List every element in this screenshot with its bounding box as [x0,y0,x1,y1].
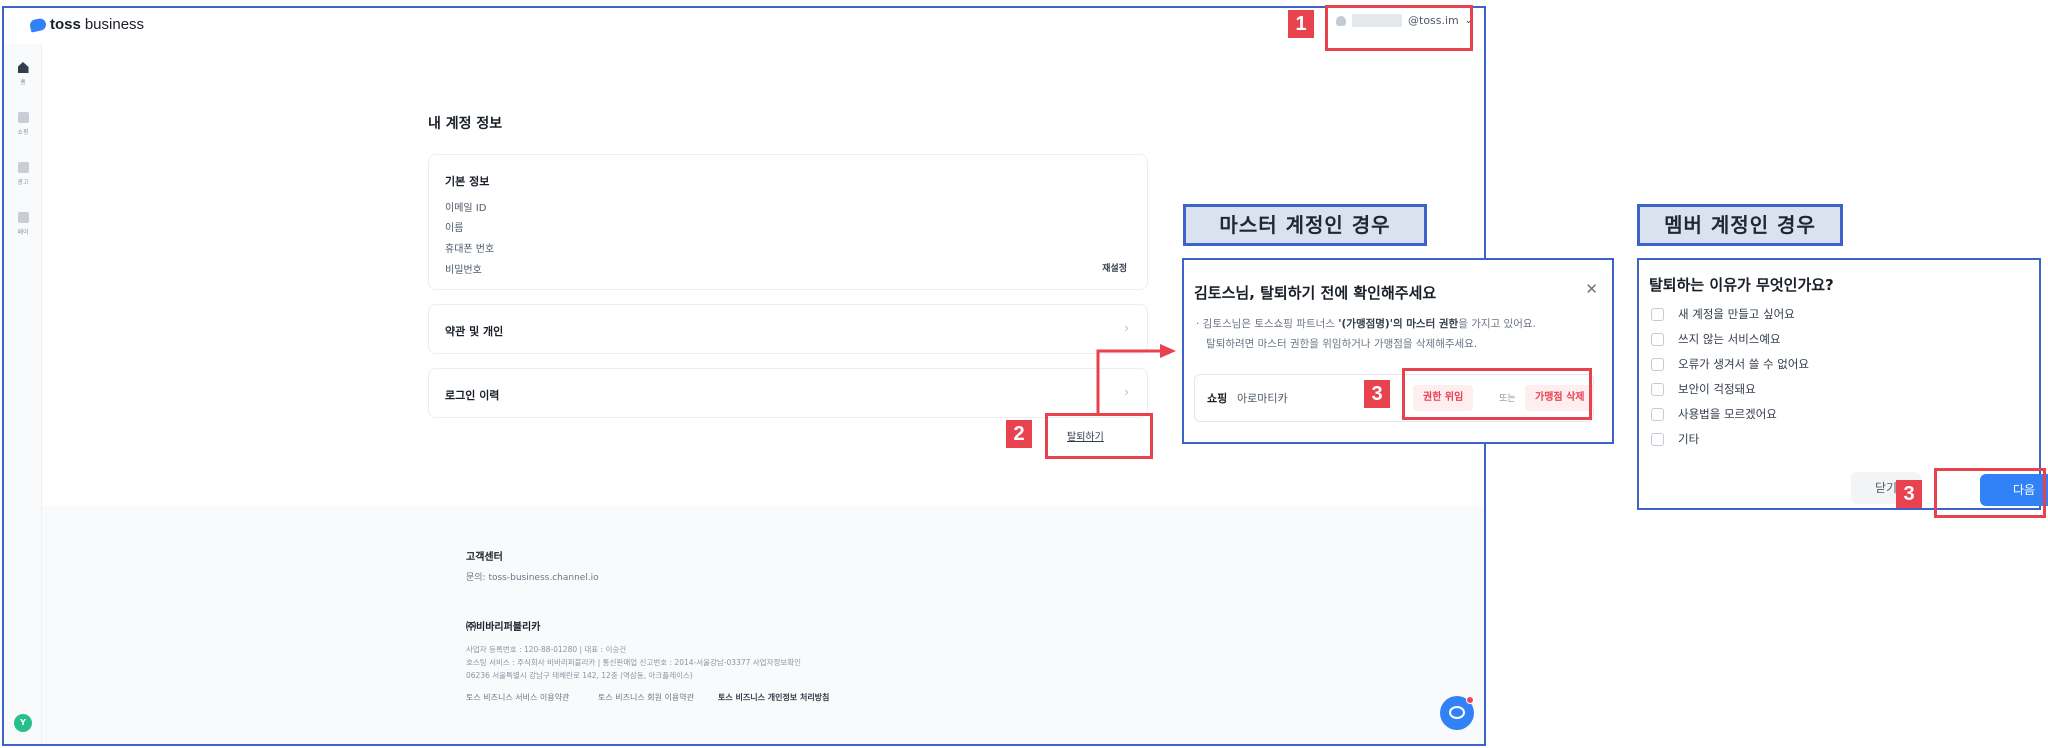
company-info-line: 사업자 등록번호 : 120-88-01280 | 대표 : 이승건 [466,645,627,654]
chat-button[interactable] [1440,696,1474,730]
toss-business-logo[interactable]: toss business [28,16,145,33]
name-label: 이름 [445,223,464,234]
toss-logo-icon [28,16,48,33]
dialog-notice-line-2: 탈퇴하려면 마스터 권한을 위임하거나 가맹점을 삭제해주세요. [1206,338,1478,350]
notification-dot [1466,696,1474,704]
sidebar-item-label: 페이 [17,229,29,236]
sidebar: 홈 쇼핑 광고 페이 Y [4,44,42,744]
dialog-notice-line-1: · 김토스님은 토스쇼핑 파트너스 '(가맹점명)'의 마스터 권한을 가지고 … [1196,318,1536,330]
home-icon [17,62,29,73]
top-bar: toss business @toss.im ⌄ [4,8,1484,44]
checkbox[interactable] [1651,307,1664,321]
dialog-title: 김토스님, 탈퇴하기 전에 확인해주세요 [1194,284,1437,302]
sidebar-item-home[interactable]: 홈 [4,62,42,86]
sidebar-item-label: 광고 [17,179,29,186]
support-contact[interactable]: 문의: toss-business.channel.io [466,570,599,583]
login-history-label: 로그인 이력 [445,389,500,402]
pay-icon [17,212,29,223]
reason-option[interactable]: 오류가 생겨서 쓸 수 없어요 [1651,356,1809,372]
footer: 고객센터 문의: toss-business.channel.io ㈜비바리퍼블… [42,506,1484,744]
sidebar-item-ads[interactable]: 광고 [4,162,42,186]
privacy-policy-link[interactable]: 토스 비즈니스 개인정보 처리방침 [718,692,829,703]
marker-3-member: 3 [1896,480,1922,508]
checkbox[interactable] [1651,382,1664,396]
logo-suffix: business [84,16,145,33]
sidebar-item-label: 쇼핑 [17,129,29,136]
marker-1: 1 [1288,10,1314,38]
support-title: 고객센터 [466,552,503,563]
sidebar-item-shopping[interactable]: 쇼핑 [4,112,42,136]
reason-option[interactable]: 사용법을 모르겠어요 [1651,406,1777,422]
checkbox[interactable] [1651,357,1664,371]
marker-2: 2 [1006,420,1032,448]
store-name: 아로마티카 [1237,392,1288,405]
chevron-right-icon: › [1124,321,1129,335]
highlight-account-menu [1325,5,1473,51]
service-terms-link[interactable]: 토스 비즈니스 서비스 이용약관 [466,692,569,703]
reason-option[interactable]: 보안이 걱정돼요 [1651,381,1756,397]
highlight-next-button [1934,468,2046,518]
password-label: 비밀번호 [445,265,482,276]
checkbox[interactable] [1651,332,1664,346]
terms-row[interactable]: 약관 및 개인 › [428,304,1148,354]
master-section-heading: 마스터 계정인 경우 [1183,204,1427,246]
close-icon[interactable]: ✕ [1585,280,1598,298]
company-info-line: 06236 서울특별시 강남구 테헤란로 142, 12층 (역삼동, 아크플레… [466,671,693,680]
member-section-heading: 멤버 계정인 경우 [1637,204,1843,246]
store-type: 쇼핑 [1207,392,1228,405]
shopping-bag-icon [17,112,29,123]
checkbox[interactable] [1651,432,1664,446]
chat-bubble-icon [1449,706,1465,719]
basic-info-card: 기본 정보 이메일 ID 이름 휴대폰 번호 비밀번호 재설정 [428,154,1148,290]
ad-icon [17,162,29,173]
reason-option[interactable]: 기타 [1651,431,1699,447]
email-id-label: 이메일 ID [445,203,487,214]
reason-option[interactable]: 새 계정을 만들고 싶어요 [1651,306,1795,322]
member-terms-link[interactable]: 토스 비즈니스 회원 이용약관 [598,692,694,703]
chevron-right-icon: › [1124,385,1129,399]
logo-text: toss [50,16,81,33]
basic-info-title: 기본 정보 [445,175,490,188]
page-title: 내 계정 정보 [428,116,503,132]
phone-label: 휴대폰 번호 [445,244,495,255]
password-reset-link[interactable]: 재설정 [1102,261,1127,274]
reason-option[interactable]: 쓰지 않는 서비스예요 [1651,331,1781,347]
sidebar-item-pay[interactable]: 페이 [4,212,42,236]
marker-3: 3 [1364,380,1390,408]
avatar[interactable]: Y [14,714,32,732]
sidebar-item-label: 홈 [20,79,26,86]
checkbox[interactable] [1651,407,1664,421]
dialog-title: 탈퇴하는 이유가 무엇인가요? [1649,276,1834,294]
highlight-withdraw [1045,413,1153,459]
terms-row-label: 약관 및 개인 [445,325,504,338]
company-name: ㈜비바리퍼블리카 [466,622,541,633]
login-history-row[interactable]: 로그인 이력 › [428,368,1148,418]
company-info-line: 호스팅 서비스 : 주식회사 비바리퍼블리카 | 통신판매업 신고번호 : 20… [466,658,802,667]
highlight-master-actions [1402,368,1592,420]
